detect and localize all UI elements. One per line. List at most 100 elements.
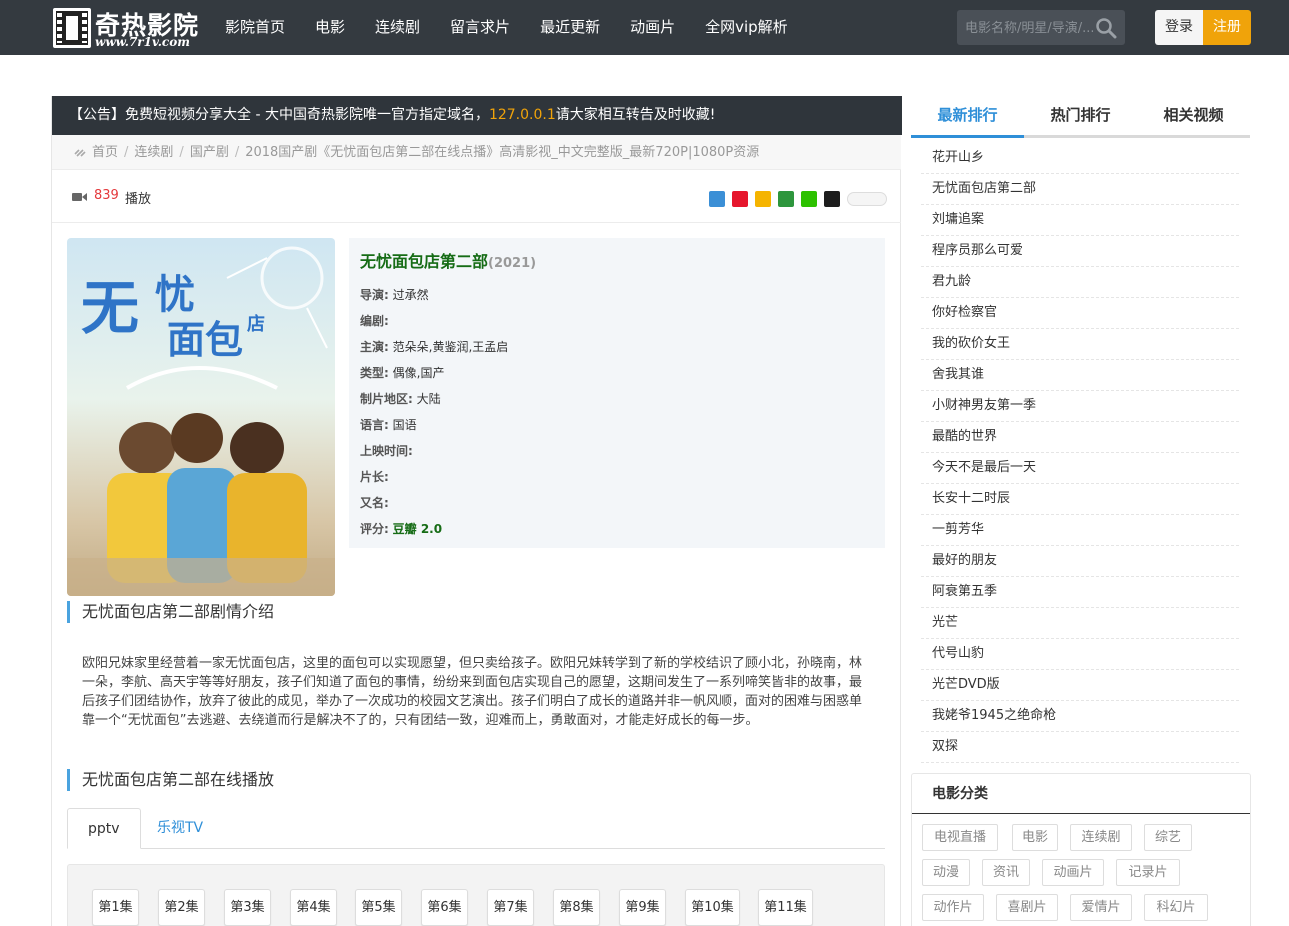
breadcrumb: 首页 / 连续剧 / 国产剧 / 2018国产剧《无忧面包店第二部在线点播》高清影视_中文完… [52, 135, 901, 170]
movie-title: 无忧面包店第二部 [360, 252, 489, 271]
episode-button[interactable]: 第1集 [92, 889, 139, 926]
play-label: 播放 [125, 192, 152, 207]
ranking-item[interactable]: 舍我其谁 [921, 360, 1239, 391]
synopsis-text: 欧阳兄妹家里经营着一家无忧面包店，这里的面包可以实现愿望，但只卖给孩子。欧阳兄妹… [82, 656, 863, 728]
category-tag[interactable]: 喜剧片 [996, 894, 1058, 921]
category-title: 电影分类 [912, 774, 1250, 814]
episode-button[interactable]: 第5集 [355, 889, 402, 926]
movie-year: (2021) [488, 256, 537, 271]
ranking-item[interactable]: 你好检察官 [921, 298, 1239, 329]
category-tag[interactable]: 科幻片 [1144, 894, 1208, 921]
ranking-item[interactable]: 光芒 [921, 608, 1239, 639]
login-button[interactable]: 登录 [1155, 10, 1203, 45]
ranking-item[interactable]: 阿衰第五季 [921, 577, 1239, 608]
info-language: 国语 [392, 418, 417, 432]
top-navbar: 奇热影院 www.7r1v.com 影院首页 电影 连续剧 留言求片 最近更新 … [0, 0, 1289, 55]
intro-section-title: 无忧面包店第二部剧情介绍 [67, 601, 885, 623]
info-label-cast: 主演: [360, 340, 389, 354]
ranking-item[interactable]: 代号山豹 [921, 639, 1239, 670]
episode-button[interactable]: 第10集 [685, 889, 740, 926]
nav-vip-parse[interactable]: 全网vip解析 [705, 0, 788, 55]
episode-button[interactable]: 第3集 [224, 889, 271, 926]
tab-letv[interactable]: 乐视TV [137, 808, 223, 849]
nav-request[interactable]: 留言求片 [450, 0, 510, 55]
episode-button[interactable]: 第11集 [758, 889, 813, 926]
category-tag[interactable]: 连续剧 [1070, 824, 1132, 851]
episode-button[interactable]: 第2集 [158, 889, 205, 926]
breadcrumb-separator: / [179, 145, 184, 160]
ranking-item[interactable]: 刘墉追案 [921, 205, 1239, 236]
share-douban-icon[interactable] [778, 191, 794, 207]
ranking-item[interactable]: 最好的朋友 [921, 546, 1239, 577]
ranking-item[interactable]: 长安十二时辰 [921, 484, 1239, 515]
ranking-item[interactable]: 今天不是最后一天 [921, 453, 1239, 484]
ranking-item[interactable]: 我姥爷1945之绝命枪 [921, 701, 1239, 732]
notice-prefix: 【公告】免费短视频分享大全 - 大中国奇热影院唯一官方指定域名， [69, 107, 489, 123]
nav-home[interactable]: 影院首页 [225, 0, 285, 55]
ranking-item[interactable]: 君九龄 [921, 267, 1239, 298]
poster-title-char-4: 店 [247, 313, 265, 335]
category-tag[interactable]: 电视直播 [922, 824, 998, 851]
ranking-list: 花开山乡 无忧面包店第二部 刘墉追案 程序员那么可爱 君九龄 你好检察官 我的砍… [921, 143, 1239, 763]
share-count-pill [847, 192, 887, 206]
info-director[interactable]: 过承然 [393, 288, 429, 302]
info-cast[interactable]: 范朵朵,黄鉴润,王孟启 [393, 340, 509, 354]
ranking-item[interactable]: 小财神男友第一季 [921, 391, 1239, 422]
category-tag[interactable]: 资讯 [982, 859, 1030, 886]
share-more-icon[interactable] [709, 191, 725, 207]
register-button[interactable]: 注册 [1203, 10, 1251, 45]
category-tag[interactable]: 爱情片 [1070, 894, 1132, 921]
episode-button[interactable]: 第4集 [290, 889, 337, 926]
episode-button[interactable]: 第9集 [619, 889, 666, 926]
info-genre[interactable]: 偶像,国产 [393, 366, 445, 380]
info-label-score: 评分: [360, 522, 389, 536]
film-reel-icon [53, 8, 91, 48]
ranking-item[interactable]: 无忧面包店第二部 [921, 174, 1239, 205]
search-input[interactable] [965, 18, 1093, 38]
share-wechat-icon[interactable] [801, 191, 817, 207]
category-tag[interactable]: 动作片 [922, 894, 984, 921]
online-play-section-title: 无忧面包店第二部在线播放 [67, 769, 885, 791]
category-tag[interactable]: 动画片 [1042, 859, 1104, 886]
nav-series[interactable]: 连续剧 [375, 0, 420, 55]
poster-artwork: 无 忧 面包 店 [67, 246, 335, 596]
tab-pptv[interactable]: pptv [67, 808, 141, 849]
ranking-item[interactable]: 一剪芳华 [921, 515, 1239, 546]
poster-image[interactable]: 无 忧 面包 店 [67, 238, 335, 596]
breadcrumb-series[interactable]: 连续剧 [134, 145, 173, 160]
ranking-tabs: 最新排行 热门排行 相关视频 [911, 96, 1250, 138]
search-icon[interactable] [1095, 17, 1117, 39]
share-buttons [709, 191, 894, 207]
episode-list: 第1集 第2集 第3集 第4集 第5集 第6集 第7集 第8集 第9集 第10集… [67, 864, 885, 926]
episode-button[interactable]: 第6集 [421, 889, 468, 926]
ranking-item[interactable]: 花开山乡 [921, 143, 1239, 174]
nav-latest[interactable]: 最近更新 [540, 0, 600, 55]
nav-movie[interactable]: 电影 [315, 0, 345, 55]
ranking-item[interactable]: 我的砍价女王 [921, 329, 1239, 360]
ranking-item[interactable]: 程序员那么可爱 [921, 236, 1239, 267]
category-tag[interactable]: 电影 [1012, 824, 1058, 851]
ranking-item[interactable]: 光芒DVD版 [921, 670, 1239, 701]
site-logo[interactable]: 奇热影院 www.7r1v.com [53, 6, 203, 50]
episode-button[interactable]: 第7集 [487, 889, 534, 926]
share-qzone-icon[interactable] [755, 191, 771, 207]
tab-hot-ranking[interactable]: 热门排行 [1024, 96, 1137, 138]
category-tag[interactable]: 记录片 [1116, 859, 1180, 886]
share-qq-icon[interactable] [824, 191, 840, 207]
tab-latest-ranking[interactable]: 最新排行 [911, 96, 1024, 138]
breadcrumb-home-icon [74, 149, 86, 157]
info-label-region: 制片地区: [360, 392, 413, 406]
nav-animation[interactable]: 动画片 [630, 0, 675, 55]
main-nav: 影院首页 电影 连续剧 留言求片 最近更新 动画片 全网vip解析 [225, 0, 818, 55]
episode-button[interactable]: 第8集 [553, 889, 600, 926]
tab-related-videos[interactable]: 相关视频 [1137, 96, 1250, 138]
info-region[interactable]: 大陆 [417, 392, 441, 406]
info-label-director: 导演: [360, 288, 389, 302]
ranking-item[interactable]: 双探 [921, 732, 1239, 763]
category-tag[interactable]: 综艺 [1144, 824, 1192, 851]
share-weibo-icon[interactable] [732, 191, 748, 207]
breadcrumb-home[interactable]: 首页 [92, 145, 118, 160]
ranking-item[interactable]: 最酷的世界 [921, 422, 1239, 453]
breadcrumb-domestic[interactable]: 国产剧 [190, 145, 229, 160]
category-tag[interactable]: 动漫 [922, 859, 970, 886]
